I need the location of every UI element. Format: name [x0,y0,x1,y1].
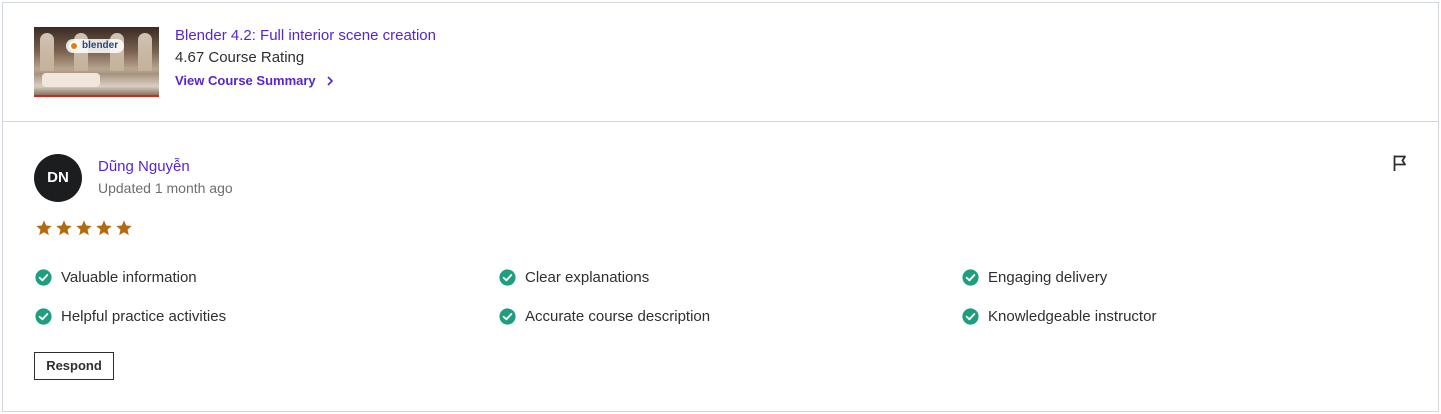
blender-logo-text: blender [82,40,119,51]
star-icon [36,220,52,236]
review-tag-label: Helpful practice activities [61,308,227,325]
star-icon [76,220,92,236]
review-tag: Knowledgeable instructor [962,308,1156,325]
review-tag-label: Valuable information [61,269,197,286]
course-title-link[interactable]: Blender 4.2: Full interior scene creatio… [175,27,436,44]
review-tag-label: Clear explanations [525,269,650,286]
star-icon [116,220,132,236]
reviewer-name[interactable]: Dũng Nguyễn [98,158,190,175]
check-circle-icon [962,308,979,325]
view-course-summary-link[interactable]: View Course Summary [175,73,334,88]
flag-icon[interactable] [1392,154,1408,172]
review-tag-label: Knowledgeable instructor [988,308,1157,325]
avatar: DN [34,154,82,202]
chevron-right-icon [327,75,333,86]
review-card: blender Blender 4.2: Full interior scene… [2,2,1439,412]
check-circle-icon [499,308,516,325]
check-circle-icon [962,269,979,286]
view-course-summary-label: View Course Summary [175,73,316,88]
review-tags: Valuable information Clear explanations En… [35,269,1415,349]
review-tag: Clear explanations [499,269,649,286]
star-icon [56,220,72,236]
check-circle-icon [499,269,516,286]
blender-logo: blender [66,39,125,53]
review-tag-label: Engaging delivery [988,269,1108,286]
review-tag-label: Accurate course description [525,308,711,325]
review-updated-time: Updated 1 month ago [98,180,233,196]
check-circle-icon [35,269,52,286]
course-summary-row: blender Blender 4.2: Full interior scene… [3,3,1438,122]
review-tag: Engaging delivery [962,269,1107,286]
course-rating: 4.67 Course Rating [175,49,305,66]
star-rating [35,219,133,237]
review-tag: Helpful practice activities [35,308,226,325]
review-tag: Valuable information [35,269,197,286]
respond-button[interactable]: Respond [34,352,114,380]
course-thumbnail[interactable]: blender [34,27,159,97]
check-circle-icon [35,308,52,325]
star-icon [96,220,112,236]
review-tag: Accurate course description [499,308,710,325]
